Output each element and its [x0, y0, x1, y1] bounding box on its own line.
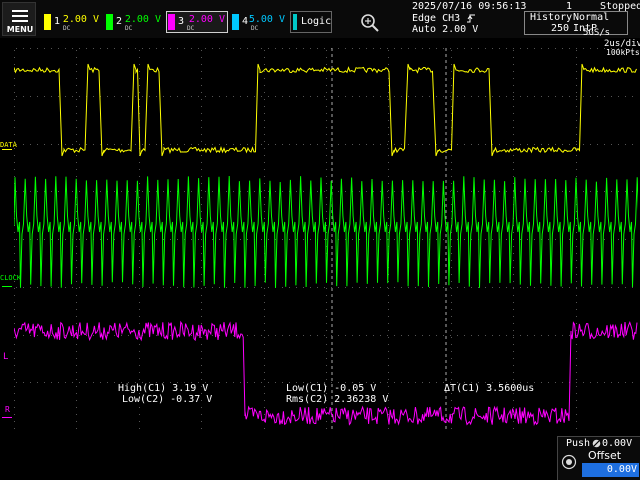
channel-4-swatch [232, 14, 239, 30]
knob-icon [592, 439, 601, 448]
clock-channel-label: CLOCK [0, 274, 22, 282]
trigger-mode-level: Auto 2.00 V [412, 24, 479, 35]
logic-swatch [293, 14, 297, 30]
offset-title: Offset [588, 449, 622, 462]
channel-2-waveform [14, 175, 638, 288]
channel-2-swatch [106, 14, 113, 30]
rising-edge-icon [467, 14, 475, 23]
waveform-display[interactable]: High(C1) 3.19 V Low(C2) -0.37 V Low(C1) … [14, 48, 638, 430]
channel-3-number: 3 [178, 16, 185, 27]
channel-3-coupling-icon: DC [187, 25, 195, 32]
push-value: 0.00V [602, 438, 633, 449]
ch4-level-marker[interactable]: R [5, 405, 10, 414]
datetime: 2025/07/16 09:56:13 [412, 1, 527, 12]
channel-2-scale-value: 2.00 V [124, 14, 161, 25]
ch3-level-marker[interactable]: L [3, 352, 8, 362]
history-label: History [530, 12, 573, 23]
menu-icon [12, 10, 28, 22]
channel-1-waveform [14, 63, 637, 157]
history-count: 250 [551, 23, 570, 34]
channel-2-number: 2 [116, 16, 123, 27]
menu-button[interactable]: MENU [2, 2, 36, 36]
acquisition-mode: Normal [573, 12, 610, 23]
offset-value: 0.00V [606, 464, 637, 475]
logic-button[interactable]: Logic [290, 11, 332, 33]
channel-4-coupling-icon: DC [251, 25, 259, 32]
measurement-low-c1: Low(C1) -0.05 V [286, 383, 376, 394]
top-toolbar: MENU 1 DC 2.00 V 2 DC 2.00 V 3 DC 2.00 V… [0, 0, 640, 38]
channel-3-scale[interactable]: 3 DC 2.00 V [166, 11, 228, 33]
push-label: Push [566, 438, 591, 449]
ch3-ground-marker[interactable] [2, 417, 12, 418]
channel-4-number: 4 [242, 16, 249, 27]
zoom-icon[interactable] [360, 12, 380, 34]
channel-1-number: 1 [54, 16, 61, 27]
channel-4-scale[interactable]: 4 DC 5.00 V [230, 11, 288, 33]
channel-1-scale[interactable]: 1 DC 2.00 V [42, 11, 102, 33]
offset-value-box[interactable]: 0.00V [582, 463, 639, 477]
clock-ground-marker[interactable] [2, 286, 12, 287]
channel-2-coupling-icon: DC [125, 25, 133, 32]
channel-2-scale[interactable]: 2 DC 2.00 V [104, 11, 164, 33]
logic-label: Logic [301, 16, 332, 27]
measurement-rms-c2: Rms(C2) 2.36238 V [286, 394, 388, 405]
rotary-knob-icon [561, 454, 577, 470]
channel-4-scale-value: 5.00 V [248, 14, 285, 25]
measurement-high-c1: High(C1) 3.19 V [118, 383, 208, 394]
sample-rate: 5GS/s [583, 28, 611, 38]
measurement-low-c2: Low(C2) -0.37 V [122, 394, 212, 405]
channel-3-scale-value: 2.00 V [188, 14, 225, 25]
trigger-source: Edge CH3 [412, 13, 461, 24]
channel-1-scale-value: 2.00 V [62, 14, 99, 25]
channel-1-coupling-icon: DC [63, 25, 71, 32]
measurement-delta-t-c1: ΔT(C1) 3.5600us [444, 383, 534, 394]
channel-3-swatch [168, 14, 175, 30]
history-acquisition-panel[interactable]: History 250 Normal IntP [524, 11, 628, 35]
channel-3-waveform [14, 320, 638, 427]
data-channel-label: DATA [0, 141, 17, 149]
channel-1-swatch [44, 14, 51, 30]
menu-label: MENU [6, 25, 34, 34]
data-ground-marker[interactable] [2, 149, 12, 150]
offset-panel[interactable]: Push 0.00V Offset 0.00V [557, 436, 640, 480]
